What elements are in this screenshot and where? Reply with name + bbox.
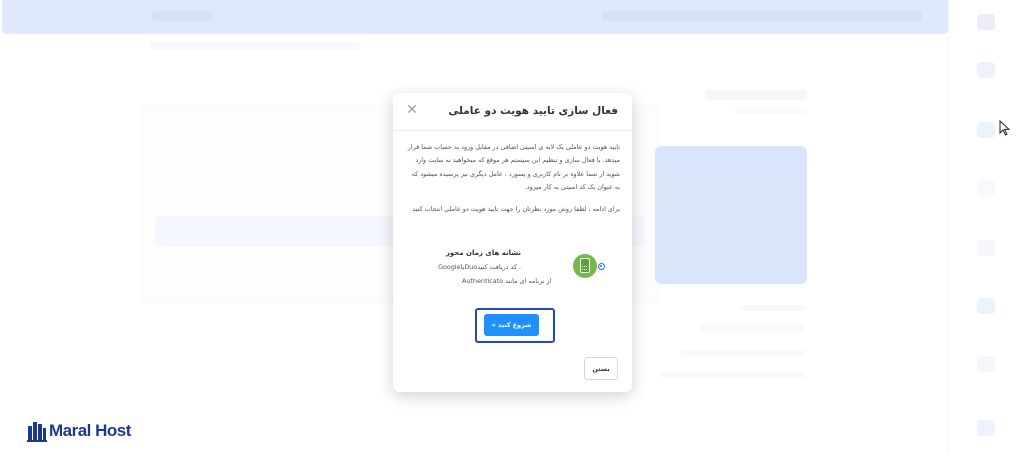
description-text: تایید هویت دو عاملی یک لایه ی امنیتی اضا… bbox=[407, 143, 620, 192]
logo-text: Maral Host bbox=[49, 421, 131, 440]
modal-header: فعال سازی تایید هویت دو عاملی ✕ bbox=[393, 93, 632, 131]
close-icon[interactable]: ✕ bbox=[404, 102, 420, 118]
mouse-cursor-icon bbox=[999, 120, 1011, 136]
option-time-based-tokens[interactable]: نشانه های زمان محور . کد دریافت کنیدDuoی… bbox=[393, 247, 632, 291]
building-logo-icon bbox=[27, 422, 47, 442]
modal-body: تایید هویت دو عاملی یک لایه ی امنیتی اضا… bbox=[407, 141, 620, 224]
maral-host-logo: Maral Host bbox=[27, 417, 131, 445]
option-description-line-1: . کد دریافت کنیدDuoیاGoogle bbox=[438, 263, 521, 271]
phone-authenticator-icon bbox=[573, 254, 597, 278]
instruction-text: برای ادامه ، لطفا روش مورد نظرتان را جهت… bbox=[412, 204, 620, 213]
modal-title: فعال سازی تایید هویت دو عاملی bbox=[448, 105, 618, 117]
option-title: نشانه های زمان محور bbox=[445, 249, 521, 257]
two-factor-modal: فعال سازی تایید هویت دو عاملی ✕ تایید هو… bbox=[393, 93, 632, 392]
start-button[interactable]: شروع کنید » bbox=[484, 314, 539, 336]
close-button[interactable]: بستن bbox=[584, 357, 618, 380]
option-radio-button[interactable] bbox=[598, 263, 605, 270]
option-description-line-2: Authenticato از برنامه ای مانند bbox=[462, 277, 552, 285]
